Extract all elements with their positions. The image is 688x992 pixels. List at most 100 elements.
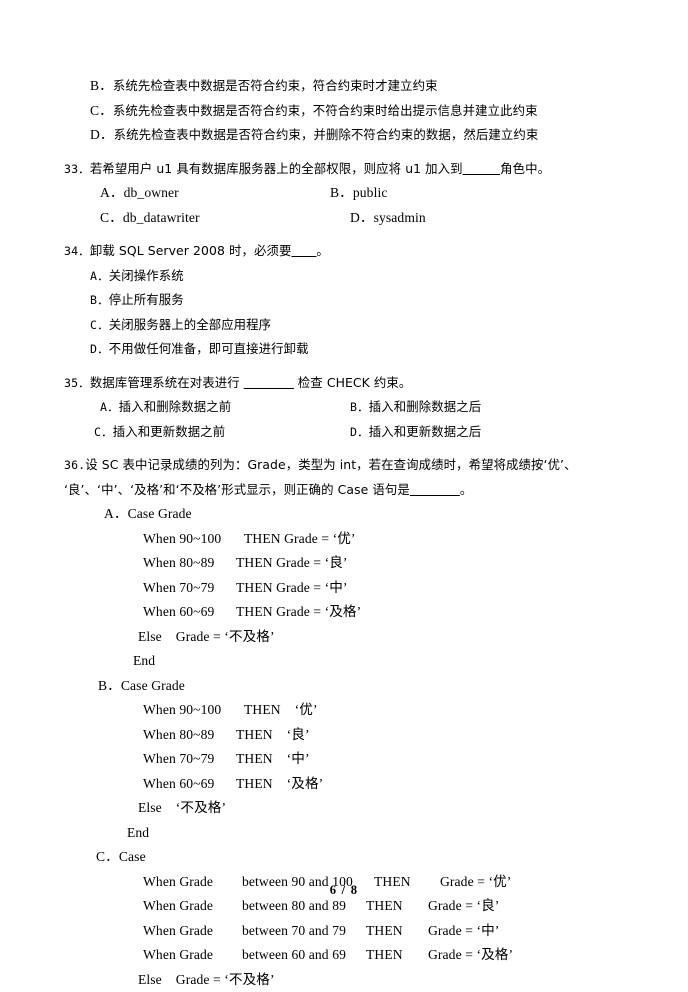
option-letter: D． bbox=[90, 127, 114, 142]
question-34-option-b: B．停止所有服务 bbox=[64, 288, 616, 313]
range-clause: between 60 and 69 bbox=[242, 943, 366, 968]
stem-line-2: ‘良’、‘中’、‘及格’和‘不及格’形式显示，则正确的 Case 语句是 bbox=[64, 482, 410, 497]
question-34-option-c: C．关闭服务器上的全部应用程序 bbox=[64, 313, 616, 338]
option-a-when-1: When 90~100THEN Grade = ‘优’ bbox=[64, 527, 616, 552]
option-c-else: Else Grade = ‘不及格’ bbox=[64, 968, 616, 992]
when-clause: When 70~79 bbox=[143, 576, 236, 601]
question-36-option-c: C．Case When Gradebetween 90 and 100THENG… bbox=[64, 845, 616, 992]
option-text-a: 插入和删除数据之前 bbox=[119, 399, 231, 414]
option-header-text: Case Grade bbox=[128, 506, 192, 521]
option-text: 系统先检查表中数据是否符合约束，并删除不符合约束的数据，然后建立约束 bbox=[114, 127, 539, 142]
carryover-options-block: B．系统先检查表中数据是否符合约束，符合约束时才建立约束 C．系统先检查表中数据… bbox=[64, 74, 616, 148]
stem-text: 卸载 SQL Server 2008 时，必须要 bbox=[90, 243, 292, 258]
question-34-option-d: D．不用做任何准备，即可直接进行卸载 bbox=[64, 337, 616, 362]
option-text-b: public bbox=[353, 185, 388, 200]
option-text-b: 插入和删除数据之后 bbox=[369, 399, 481, 414]
then-clause: THEN bbox=[366, 943, 428, 968]
option-c-when-3: When Gradebetween 70 and 79THENGrade = ‘… bbox=[64, 919, 616, 944]
option-a-when-3: When 70~79THEN Grade = ‘中’ bbox=[64, 576, 616, 601]
option-row-D: D．系统先检查表中数据是否符合约束，并删除不符合约束的数据，然后建立约束 bbox=[64, 123, 616, 148]
option-a-else: Else Grade = ‘不及格’ bbox=[64, 625, 616, 650]
then-clause: THEN ‘良’ bbox=[236, 723, 310, 748]
option-text: 停止所有服务 bbox=[109, 292, 184, 307]
stem-text-tail: 检查 CHECK 约束。 bbox=[294, 375, 412, 390]
then-clause: THEN bbox=[366, 919, 428, 944]
document-page: B．系统先检查表中数据是否符合约束，符合约束时才建立约束 C．系统先检查表中数据… bbox=[0, 0, 688, 971]
answer-blank: ＿＿＿＿ bbox=[410, 482, 460, 497]
question-35: 35．数据库管理系统在对表进行 ＿＿＿＿ 检查 CHECK 约束。 A．插入和删… bbox=[64, 371, 616, 445]
then-clause: THEN ‘优’ bbox=[244, 698, 318, 723]
option-c-header: C．Case bbox=[64, 845, 616, 870]
option-text: 系统先检查表中数据是否符合约束，符合约束时才建立约束 bbox=[113, 78, 438, 93]
option-a-header: A．Case Grade bbox=[64, 502, 616, 527]
option-text-a: db_owner bbox=[124, 185, 179, 200]
then-clause: THEN ‘及格’ bbox=[236, 772, 323, 797]
question-33-stem: 33．若希望用户 u1 具有数据库服务器上的全部权限，则应将 u1 加入到＿＿＿… bbox=[64, 157, 616, 182]
when-clause: When 80~89 bbox=[143, 723, 236, 748]
stem-text: 数据库管理系统在对表进行 bbox=[90, 375, 244, 390]
question-36-option-a: A．Case Grade When 90~100THEN Grade = ‘优’… bbox=[64, 502, 616, 674]
option-a-end: End bbox=[64, 649, 616, 674]
question-35-options-row-1: A．插入和删除数据之前 B．插入和删除数据之后 bbox=[64, 395, 616, 420]
option-letter: B． bbox=[90, 78, 113, 93]
option-b-header: B．Case Grade bbox=[64, 674, 616, 699]
question-34-option-a: A．关闭操作系统 bbox=[64, 264, 616, 289]
stem-text-tail: 。 bbox=[316, 243, 329, 258]
option-header-text: Case bbox=[119, 849, 146, 864]
question-35-stem: 35．数据库管理系统在对表进行 ＿＿＿＿ 检查 CHECK 约束。 bbox=[64, 371, 616, 396]
question-33: 33．若希望用户 u1 具有数据库服务器上的全部权限，则应将 u1 加入到＿＿＿… bbox=[64, 157, 616, 231]
question-34-stem: 34．卸载 SQL Server 2008 时，必须要＿＿。 bbox=[64, 239, 616, 264]
option-letter-a: A． bbox=[100, 400, 119, 414]
option-text-c: 插入和更新数据之前 bbox=[113, 424, 225, 439]
question-number: 36. bbox=[64, 458, 85, 472]
option-letter: B． bbox=[90, 293, 109, 307]
question-number: 34． bbox=[64, 244, 90, 258]
question-36-stem-line-1: 36.设 SC 表中记录成绩的列为：Grade，类型为 int，若在查询成绩时，… bbox=[64, 453, 616, 478]
option-b-end: End bbox=[64, 821, 616, 846]
option-row-C: C．系统先检查表中数据是否符合约束，不符合约束时给出提示信息并建立此约束 bbox=[64, 99, 616, 124]
option-letter: D． bbox=[90, 342, 109, 356]
then-clause: THEN Grade = ‘及格’ bbox=[236, 600, 361, 625]
option-a-when-4: When 60~69THEN Grade = ‘及格’ bbox=[64, 600, 616, 625]
document-body: B．系统先检查表中数据是否符合约束，符合约束时才建立约束 C．系统先检查表中数据… bbox=[64, 74, 616, 992]
option-b-when-2: When 80~89THEN ‘良’ bbox=[64, 723, 616, 748]
when-clause: When 60~69 bbox=[143, 772, 236, 797]
page-number-footer: 6 / 8 bbox=[0, 883, 688, 898]
then-clause: THEN Grade = ‘优’ bbox=[244, 527, 356, 552]
stem-line-1: 设 SC 表中记录成绩的列为：Grade，类型为 int，若在查询成绩时，希望将… bbox=[85, 457, 576, 472]
option-text: 系统先检查表中数据是否符合约束，不符合约束时给出提示信息并建立此约束 bbox=[113, 103, 538, 118]
when-clause: When Grade bbox=[143, 919, 242, 944]
stem-text: 若希望用户 u1 具有数据库服务器上的全部权限，则应将 u1 加入到 bbox=[90, 161, 463, 176]
option-letter-b: B． bbox=[330, 185, 353, 200]
option-letter: B． bbox=[98, 678, 121, 693]
option-a-when-2: When 80~89THEN Grade = ‘良’ bbox=[64, 551, 616, 576]
option-letter: C． bbox=[90, 103, 113, 118]
question-36-option-b: B．Case Grade When 90~100THEN ‘优’ When 80… bbox=[64, 674, 616, 846]
option-row-B: B．系统先检查表中数据是否符合约束，符合约束时才建立约束 bbox=[64, 74, 616, 99]
stem-line-2-tail: 。 bbox=[460, 482, 473, 497]
option-text-d: sysadmin bbox=[374, 210, 426, 225]
option-header-text: Case Grade bbox=[121, 678, 185, 693]
answer-blank: ＿＿ bbox=[291, 243, 316, 258]
option-letter-c: C． bbox=[100, 210, 123, 225]
question-35-options-row-2: C．插入和更新数据之前 D．插入和更新数据之后 bbox=[64, 420, 616, 445]
option-letter-a: A． bbox=[100, 185, 124, 200]
option-letter-c: C． bbox=[94, 425, 113, 439]
range-clause: between 70 and 79 bbox=[242, 919, 366, 944]
option-b-when-3: When 70~79THEN ‘中’ bbox=[64, 747, 616, 772]
question-33-options-row-2: C．db_datawriter D．sysadmin bbox=[64, 206, 616, 231]
then-clause: THEN Grade = ‘良’ bbox=[236, 551, 348, 576]
option-letter-b: B． bbox=[350, 400, 369, 414]
option-b-when-4: When 60~69THEN ‘及格’ bbox=[64, 772, 616, 797]
option-letter: A． bbox=[90, 269, 109, 283]
question-36: 36.设 SC 表中记录成绩的列为：Grade，类型为 int，若在查询成绩时，… bbox=[64, 453, 616, 992]
option-letter: C． bbox=[96, 849, 119, 864]
then-clause: THEN ‘中’ bbox=[236, 747, 310, 772]
option-letter: A． bbox=[104, 506, 128, 521]
question-number: 33． bbox=[64, 162, 90, 176]
option-letter-d: D． bbox=[350, 425, 369, 439]
question-36-stem-line-2: ‘良’、‘中’、‘及格’和‘不及格’形式显示，则正确的 Case 语句是＿＿＿＿… bbox=[64, 478, 616, 503]
then-clause: THEN Grade = ‘中’ bbox=[236, 576, 348, 601]
result-clause: Grade = ‘中’ bbox=[428, 919, 499, 944]
option-text-d: 插入和更新数据之后 bbox=[369, 424, 481, 439]
